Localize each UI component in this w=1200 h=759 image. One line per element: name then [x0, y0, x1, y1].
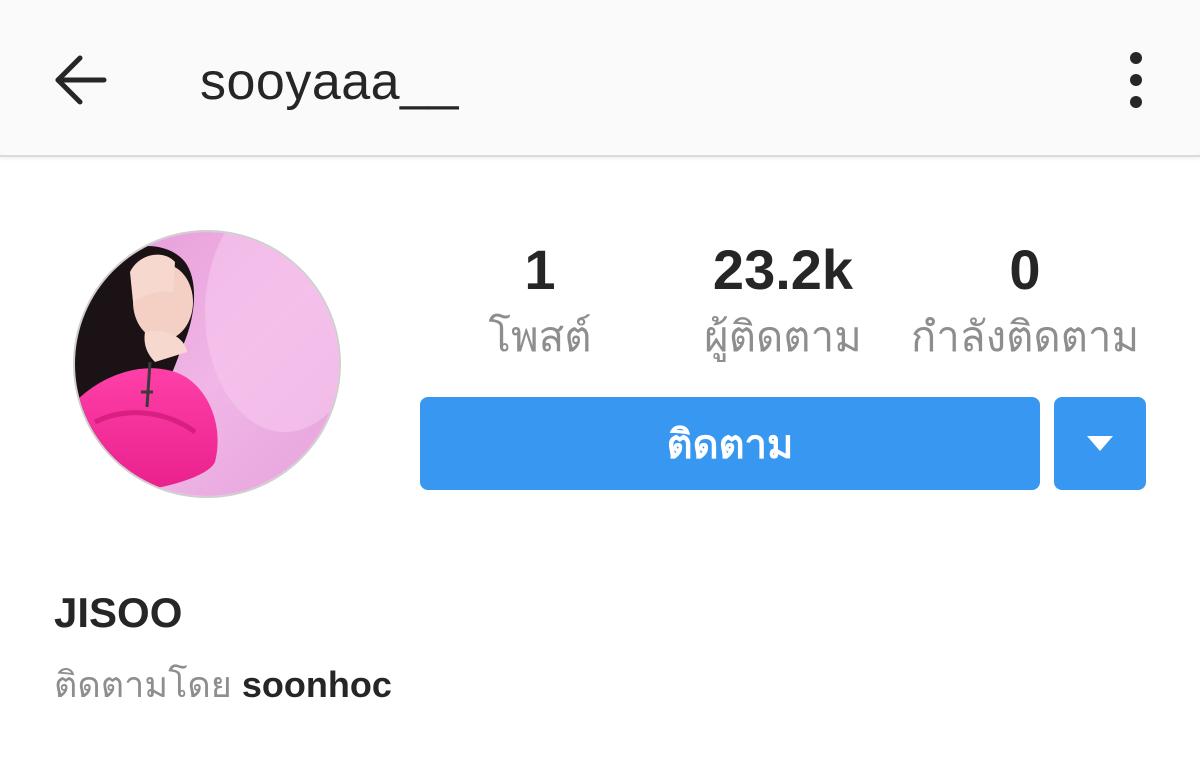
- suggestions-dropdown-button[interactable]: [1054, 397, 1146, 490]
- caret-down-icon: [1087, 435, 1113, 451]
- more-vertical-icon: [1130, 52, 1142, 108]
- following-label: กำลังติดตาม: [910, 313, 1140, 360]
- stat-followers[interactable]: 23.2k ผู้ติดตาม: [663, 238, 903, 362]
- stat-following[interactable]: 0 กำลังติดตาม: [905, 238, 1145, 362]
- profile-photo: [75, 232, 339, 496]
- posts-label: โพสต์: [488, 313, 592, 360]
- following-count: 0: [1009, 238, 1041, 301]
- app-bar: sooyaaa__: [0, 0, 1200, 157]
- arrow-left-icon: [55, 55, 107, 105]
- stat-posts[interactable]: 1 โพสต์: [420, 238, 660, 362]
- followed-by-prefix: ติดตามโดย: [54, 664, 232, 705]
- followers-count: 23.2k: [712, 238, 854, 301]
- header-username: sooyaaa__: [200, 53, 459, 111]
- followed-by-text: ติดตามโดย soonhoc: [54, 662, 392, 708]
- more-options-button[interactable]: [1100, 40, 1172, 120]
- followers-label: ผู้ติดตาม: [704, 313, 862, 360]
- follow-button[interactable]: ติดตาม: [420, 397, 1040, 490]
- profile-avatar[interactable]: [73, 230, 341, 498]
- back-button[interactable]: [40, 40, 120, 120]
- followed-by-user-link[interactable]: soonhoc: [242, 664, 392, 705]
- profile-full-name: JISOO: [54, 589, 183, 636]
- posts-count: 1: [524, 238, 556, 301]
